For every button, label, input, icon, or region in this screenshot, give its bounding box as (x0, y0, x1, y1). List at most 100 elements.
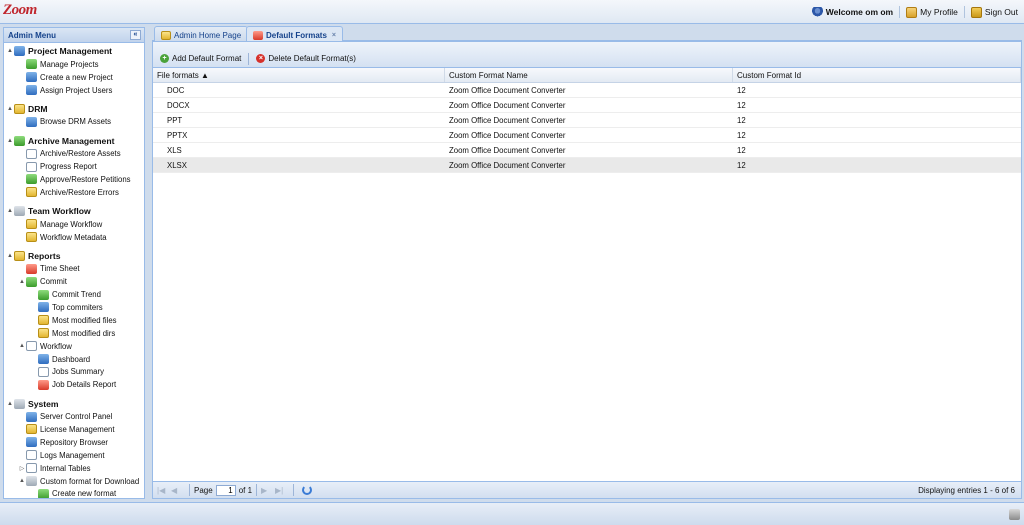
menu-item-custom-format-for-download[interactable]: ▲ Custom format for Download (4, 475, 144, 488)
menu-item-create-a-new-project[interactable]: Create a new Project (4, 71, 144, 84)
cell-custom-format-name: Zoom Office Document Converter (449, 161, 566, 170)
tab-default-formats[interactable]: Default Formats × (246, 26, 343, 42)
logs-icon (26, 450, 37, 461)
pager-separator (256, 484, 258, 496)
cell-file-format: PPTX (167, 131, 188, 140)
details-icon (38, 379, 49, 390)
menu-item-label: Browse DRM Assets (40, 117, 112, 127)
menu-item-system[interactable]: ▲ System (4, 397, 144, 410)
expand-toggle-icon[interactable]: ▲ (6, 48, 14, 54)
expand-toggle-icon[interactable]: ▲ (6, 401, 14, 407)
menu-item-time-sheet[interactable]: Time Sheet (4, 262, 144, 275)
menu-item-job-details-report[interactable]: Job Details Report (4, 378, 144, 391)
table-row[interactable]: XLSX Zoom Office Document Converter 12 (153, 158, 1021, 173)
sign-out-link[interactable]: Sign Out (970, 6, 1018, 18)
menu-item-workflow[interactable]: ▲ Workflow (4, 340, 144, 353)
column-header-custom-format-id[interactable]: Custom Format Id (733, 68, 1021, 82)
column-header-file-formats[interactable]: File formats ▲ (153, 68, 445, 82)
menu-item-label: Repository Browser (40, 437, 109, 447)
monitor-icon (26, 411, 37, 422)
table-row[interactable]: XLS Zoom Office Document Converter 12 (153, 143, 1021, 158)
add-default-format-button[interactable]: + Add Default Format (157, 53, 244, 64)
page-number-input[interactable] (215, 484, 236, 496)
tab-strip: Admin Home Page Default Formats × (152, 26, 1022, 42)
welcome-user: Welcome om om (811, 6, 893, 18)
cell-custom-format-id: 12 (737, 116, 746, 125)
table-row[interactable]: DOCX Zoom Office Document Converter 12 (153, 98, 1021, 113)
user-icon (811, 6, 823, 18)
menu-item-most-modified-files[interactable]: Most modified files (4, 314, 144, 327)
expand-toggle-icon[interactable]: ▲ (18, 279, 26, 285)
cell-custom-format-name: Zoom Office Document Converter (449, 131, 566, 140)
menu-item-reports[interactable]: ▲ Reports (4, 249, 144, 262)
menu-item-label: Custom format for Download (40, 476, 140, 486)
menu-item-commit-trend[interactable]: Commit Trend (4, 288, 144, 301)
menu-item-commit[interactable]: ▲ Commit (4, 275, 144, 288)
menu-item-drm[interactable]: ▲ DRM (4, 103, 144, 116)
add-default-format-label: Add Default Format (172, 54, 242, 63)
menu-item-label: Team Workflow (28, 206, 91, 217)
last-page-button[interactable]: ▶| (275, 486, 285, 495)
folder-icon (14, 104, 25, 114)
menu-item-label: Jobs Summary (52, 367, 104, 377)
user-menu: Welcome om om My Profile Sign Out (811, 6, 1018, 18)
collapse-sidebar-button[interactable]: « (130, 30, 141, 40)
menu-item-manage-workflow[interactable]: Manage Workflow (4, 218, 144, 231)
archive-icon (26, 148, 37, 159)
expand-toggle-icon[interactable]: ▲ (6, 106, 14, 112)
menu-item-team-workflow[interactable]: ▲ Team Workflow (4, 205, 144, 218)
expand-toggle-icon[interactable]: ▲ (18, 478, 26, 484)
table-row[interactable]: DOC Zoom Office Document Converter 12 (153, 83, 1021, 98)
cell-file-format: DOC (167, 86, 185, 95)
menu-item-server-control-panel[interactable]: Server Control Panel (4, 410, 144, 423)
menu-item-create-new-format[interactable]: Create new format (4, 488, 144, 498)
tab-admin-home-page[interactable]: Admin Home Page (154, 26, 249, 41)
page-label: Page (194, 485, 213, 495)
home-icon (161, 30, 171, 40)
commit-icon (26, 276, 37, 287)
grid-body: DOC Zoom Office Document Converter 12 DOCX Z… (153, 83, 1021, 173)
column-header-custom-format-name[interactable]: Custom Format Name (445, 68, 733, 82)
delete-default-format-button[interactable]: × Delete Default Format(s) (253, 53, 359, 64)
project-icon (14, 46, 25, 57)
close-icon[interactable]: × (332, 32, 336, 39)
table-row[interactable]: PPT Zoom Office Document Converter 12 (153, 113, 1021, 128)
menu-item-jobs-summary[interactable]: Jobs Summary (4, 365, 144, 378)
expand-toggle-icon[interactable]: ▲ (6, 138, 14, 144)
menu-item-repository-browser[interactable]: Repository Browser (4, 436, 144, 449)
menu-item-label: Create new format (52, 489, 117, 498)
expand-toggle-icon[interactable]: ▲ (18, 343, 26, 349)
menu-item-browse-drm-assets[interactable]: Browse DRM Assets (4, 115, 144, 128)
table-row[interactable]: PPTX Zoom Office Document Converter 12 (153, 128, 1021, 143)
menu-item-archive-management[interactable]: ▲ Archive Management (4, 134, 144, 147)
menu-item-assign-project-users[interactable]: Assign Project Users (4, 84, 144, 97)
menu-item-top-commiters[interactable]: Top commiters (4, 301, 144, 314)
menu-item-progress-report[interactable]: Progress Report (4, 160, 144, 173)
menu-item-workflow-metadata[interactable]: Workflow Metadata (4, 231, 144, 244)
menu-item-license-management[interactable]: License Management (4, 423, 144, 436)
first-page-button[interactable]: |◀ (157, 486, 167, 495)
file-icon (38, 315, 49, 326)
expand-toggle-icon[interactable]: ▲ (6, 253, 14, 259)
menu-item-dashboard[interactable]: Dashboard (4, 353, 144, 366)
menu-item-archive-restore-assets[interactable]: Archive/Restore Assets (4, 147, 144, 160)
menu-item-label: Workflow (40, 341, 72, 351)
expand-toggle-icon[interactable]: ▲ (6, 208, 14, 214)
menu-item-archive-restore-errors[interactable]: Archive/Restore Errors (4, 186, 144, 199)
menu-item-most-modified-dirs[interactable]: Most modified dirs (4, 327, 144, 340)
my-profile-link[interactable]: My Profile (906, 6, 958, 18)
lock-icon (970, 6, 982, 18)
menu-item-approve-restore-petitions[interactable]: Approve/Restore Petitions (4, 173, 144, 186)
previous-page-button[interactable]: ◀ (171, 486, 181, 495)
next-page-button[interactable]: ▶ (261, 486, 271, 495)
cell-file-format: XLSX (167, 161, 187, 170)
menu-item-manage-projects[interactable]: Manage Projects (4, 58, 144, 71)
menu-item-project-management[interactable]: ▲ Project Management (4, 45, 144, 58)
cell-file-format: PPT (167, 116, 183, 125)
menu-item-internal-tables[interactable]: ▷ Internal Tables (4, 462, 144, 475)
menu-item-logs-management[interactable]: Logs Management (4, 449, 144, 462)
expand-toggle-icon[interactable]: ▷ (18, 465, 26, 472)
folder-icon (38, 328, 49, 339)
refresh-icon[interactable] (302, 485, 313, 495)
status-icon[interactable] (1009, 509, 1020, 520)
